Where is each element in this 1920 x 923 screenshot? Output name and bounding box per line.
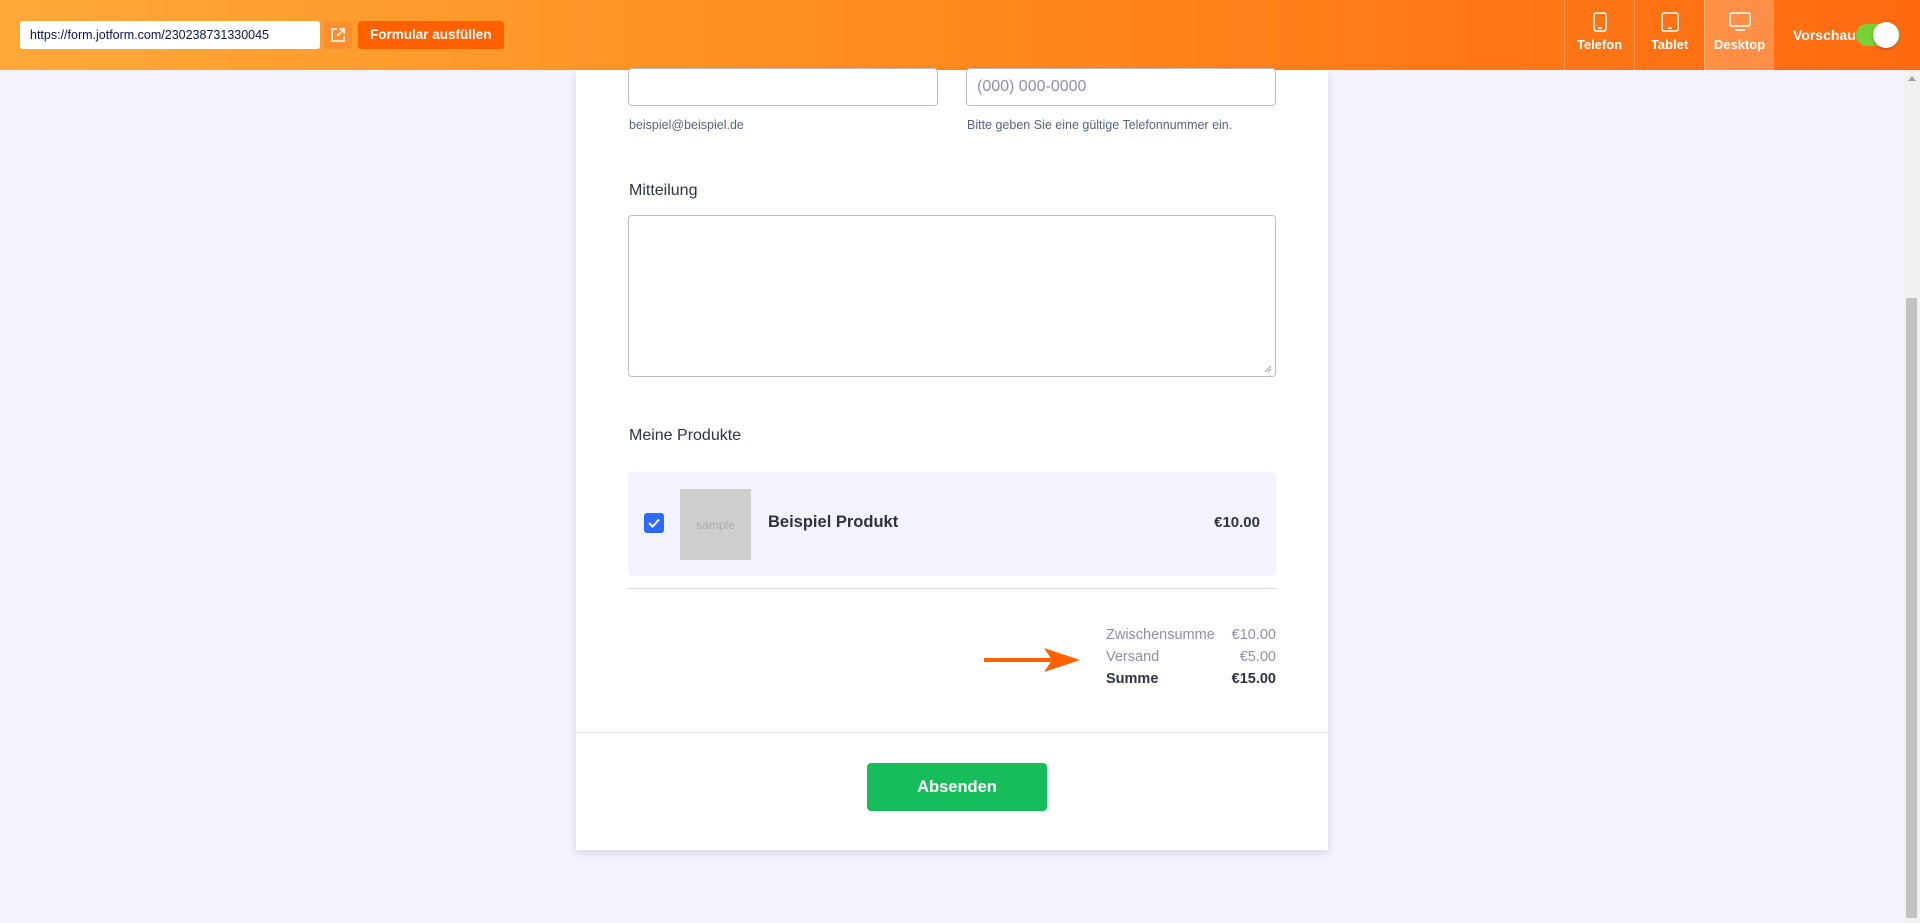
total-label: Versand	[1106, 649, 1160, 665]
phone-field[interactable]: (000) 000-0000	[966, 68, 1276, 106]
submit-button[interactable]: Absenden	[867, 763, 1047, 811]
total-value: €5.00	[1239, 649, 1276, 665]
product-name: Beispiel Produkt	[768, 513, 899, 531]
total-value: €15.00	[1231, 671, 1276, 687]
scrollbar-thumb[interactable]	[1906, 298, 1917, 918]
products-divider	[628, 588, 1276, 589]
desktop-icon	[1728, 12, 1751, 31]
external-link-icon	[331, 28, 345, 42]
tablet-icon	[1660, 12, 1679, 32]
total-label: Summe	[1106, 671, 1159, 687]
check-icon	[648, 518, 660, 528]
subtotal-row: Zwischensumme €10.00	[1106, 624, 1276, 646]
product-image: sample	[680, 489, 751, 560]
message-textarea[interactable]	[628, 215, 1276, 377]
device-tablet-button[interactable]: Tablet	[1634, 0, 1704, 70]
page-scrollbar[interactable]	[1903, 70, 1920, 923]
footer-divider	[576, 732, 1328, 733]
products-label: Meine Produkte	[629, 427, 742, 444]
totals-summary: Zwischensumme €10.00 Versand €5.00 Summe…	[1106, 624, 1276, 690]
preview-label: Vorschau	[1793, 27, 1856, 43]
device-label: Tablet	[1650, 37, 1689, 52]
toggle-knob	[1873, 22, 1899, 48]
preview-toggle[interactable]	[1856, 22, 1900, 48]
phone-icon	[1592, 12, 1607, 32]
fill-form-button[interactable]: Formular ausfüllen	[358, 21, 504, 49]
form-url-field[interactable]: https://form.jotform.com/230238731330045	[20, 21, 320, 49]
product-checkbox[interactable]	[644, 513, 664, 533]
device-desktop-button[interactable]: Desktop	[1704, 0, 1774, 70]
open-external-button[interactable]	[324, 21, 352, 49]
sum-row: Summe €15.00	[1106, 668, 1276, 690]
phone-sublabel: Bitte geben Sie eine gültige Telefonnumm…	[967, 118, 1233, 132]
message-label: Mitteilung	[629, 182, 698, 199]
total-value: €10.00	[1231, 627, 1276, 643]
device-phone-button[interactable]: Telefon	[1564, 0, 1634, 70]
email-field[interactable]	[628, 68, 938, 106]
device-label: Desktop	[1713, 37, 1766, 52]
arrow-right-icon	[984, 648, 1080, 672]
device-label: Telefon	[1576, 37, 1623, 52]
scroll-up-icon[interactable]	[1908, 76, 1916, 81]
product-price: €10.00	[1214, 514, 1260, 531]
product-item: sample Beispiel Produkt €10.00	[628, 472, 1276, 576]
shipping-row: Versand €5.00	[1106, 646, 1276, 668]
preview-toolbar: https://form.jotform.com/230238731330045…	[0, 0, 1920, 70]
resize-grip-icon[interactable]	[1264, 365, 1272, 373]
total-label: Zwischensumme	[1106, 627, 1215, 643]
email-sublabel: beispiel@beispiel.de	[629, 118, 744, 132]
form-card: (000) 000-0000 beispiel@beispiel.de Bitt…	[576, 68, 1328, 850]
